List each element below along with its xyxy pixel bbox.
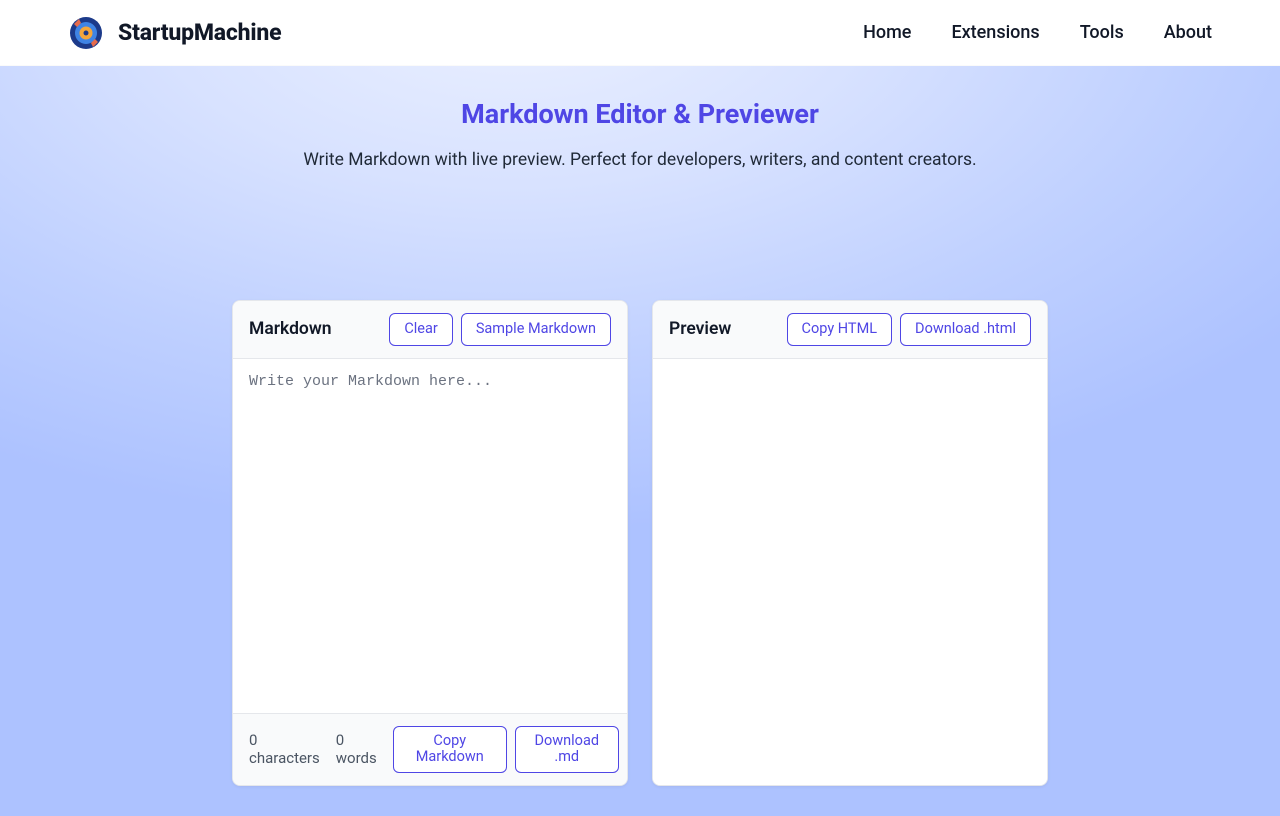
site-header: StartupMachine Home Extensions Tools Abo… [0,0,1280,66]
markdown-header-actions: Clear Sample Markdown [389,313,611,346]
word-count-label: words [336,749,377,767]
markdown-panel-footer: 0 characters 0 words Copy Markdown Downl… [233,713,627,785]
sample-markdown-button[interactable]: Sample Markdown [461,313,611,346]
char-count: 0 characters [249,731,320,769]
download-md-button[interactable]: Download .md [515,726,619,773]
markdown-editor-area [233,359,627,713]
copy-html-button[interactable]: Copy HTML [787,313,893,346]
download-html-button[interactable]: Download .html [900,313,1031,346]
markdown-panel-title: Markdown [249,319,332,339]
hero-section: Markdown Editor & Previewer Write Markdo… [0,66,1280,816]
site-logo-icon [68,15,104,51]
primary-nav: Home Extensions Tools About [863,22,1212,43]
editor-layout: Markdown Clear Sample Markdown 0 charact… [0,300,1280,816]
markdown-panel: Markdown Clear Sample Markdown 0 charact… [232,300,628,786]
preview-header-actions: Copy HTML Download .html [787,313,1031,346]
page-title: Markdown Editor & Previewer [0,98,1280,130]
word-count-value: 0 [336,731,344,749]
nav-extensions[interactable]: Extensions [951,22,1039,43]
char-count-label: characters [249,749,320,767]
markdown-footer-actions: Copy Markdown Download .md [393,726,619,773]
markdown-panel-header: Markdown Clear Sample Markdown [233,301,627,359]
preview-panel-header: Preview Copy HTML Download .html [653,301,1047,359]
nav-tools[interactable]: Tools [1080,22,1124,43]
preview-panel-title: Preview [669,319,731,339]
brand: StartupMachine [68,15,281,51]
char-count-value: 0 [249,731,257,749]
page-subtitle: Write Markdown with live preview. Perfec… [0,150,1280,170]
nav-home[interactable]: Home [863,22,911,43]
preview-body [653,359,1047,785]
nav-about[interactable]: About [1164,22,1212,43]
markdown-input[interactable] [233,359,627,709]
copy-markdown-button[interactable]: Copy Markdown [393,726,507,773]
word-count: 0 words [336,731,377,769]
brand-name: StartupMachine [118,19,281,46]
clear-button[interactable]: Clear [389,313,452,346]
preview-panel: Preview Copy HTML Download .html [652,300,1048,786]
